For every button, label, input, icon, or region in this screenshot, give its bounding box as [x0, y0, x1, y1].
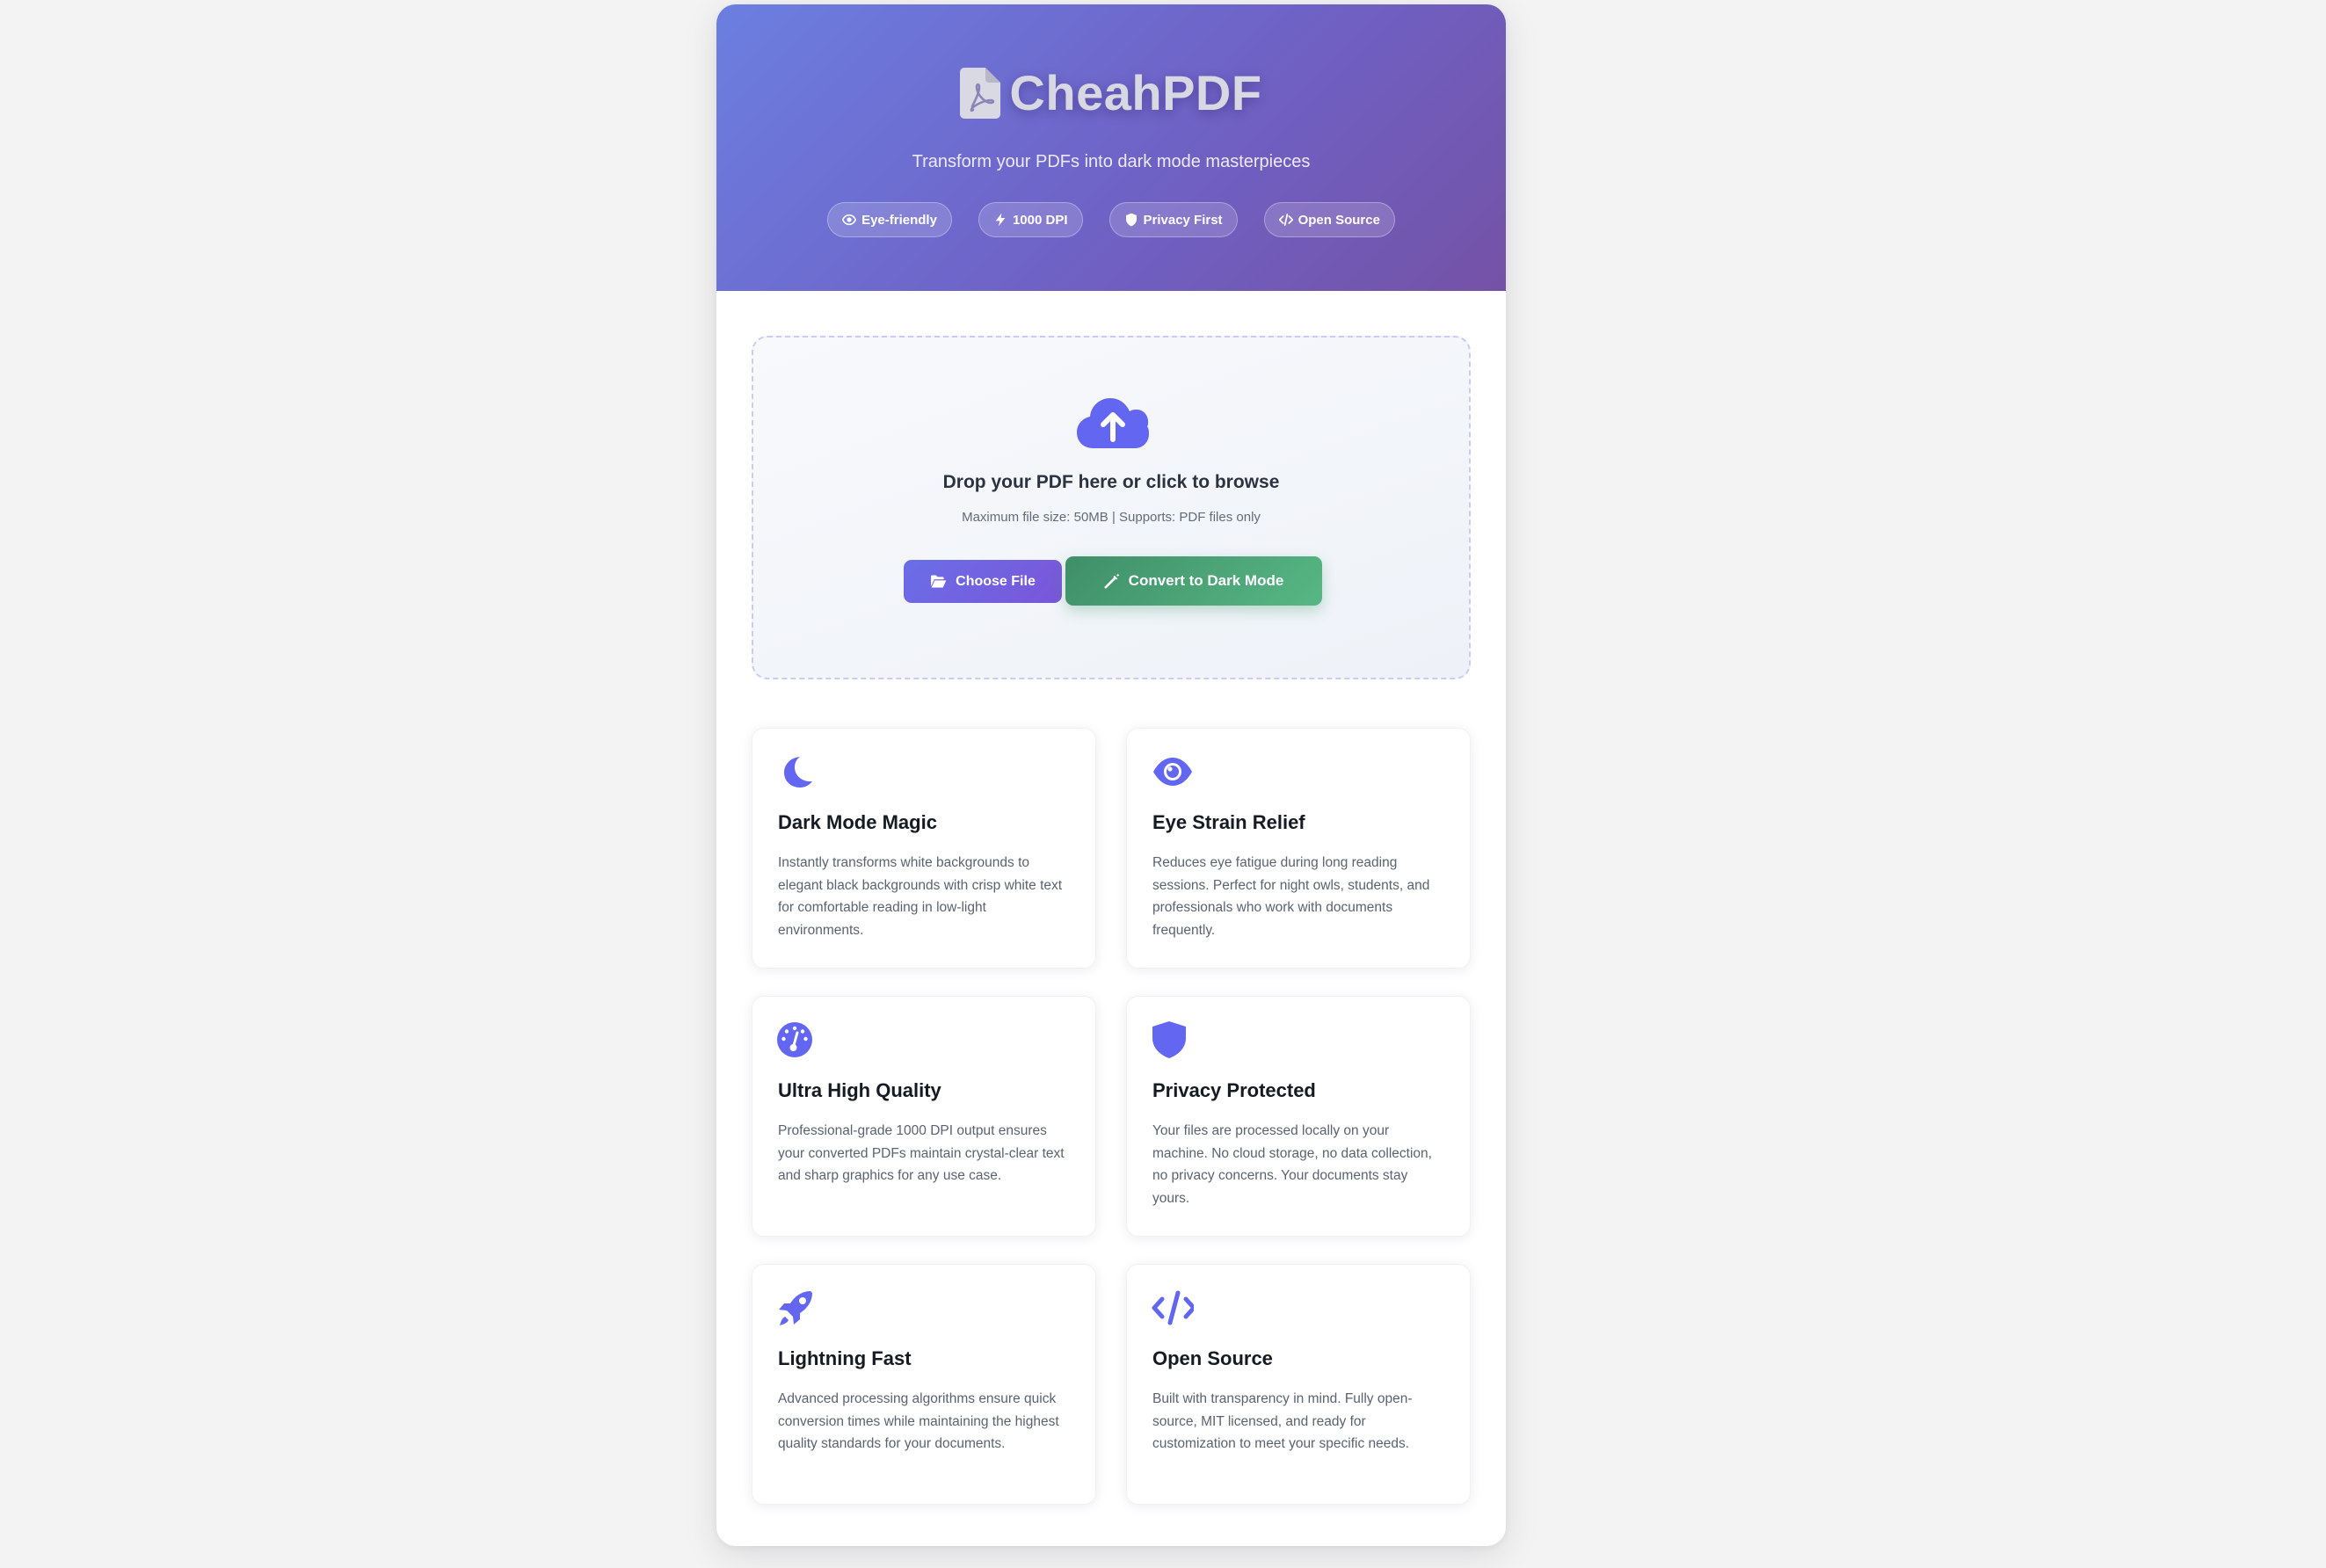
feature-card-privacy: Privacy Protected Your files are process… [1126, 996, 1471, 1237]
badge-dpi: 1000 DPI [978, 202, 1083, 237]
feature-description: Instantly transforms white backgrounds t… [778, 855, 1063, 938]
gauge-icon [777, 1022, 812, 1057]
badge-label: Eye-friendly [861, 212, 937, 228]
file-pdf-icon [960, 67, 1001, 119]
magic-wand-icon [1104, 573, 1120, 589]
badge-privacy: Privacy First [1108, 202, 1238, 237]
cloud-upload-icon [1077, 398, 1149, 448]
feature-description: Your files are processed locally on your… [1152, 1123, 1432, 1206]
feature-title: Eye Strain Relief [1152, 811, 1305, 833]
feature-title: Open Source [1152, 1347, 1273, 1369]
eye-icon [842, 214, 857, 226]
badge-eye-friendly: Eye-friendly [827, 202, 952, 237]
app-container: CheahPDF Transform your PDFs into dark m… [716, 4, 1506, 1546]
feature-description: Built with transparency in mind. Fully o… [1152, 1391, 1413, 1451]
feature-description: Professional-grade 1000 DPI output ensur… [778, 1123, 1065, 1183]
app-title: CheahPDF [1009, 65, 1262, 120]
shield-icon [1152, 1021, 1186, 1058]
pdf-drop-zone[interactable]: Drop your PDF here or click to browse Ma… [752, 336, 1471, 679]
bolt-icon [995, 213, 1006, 227]
shield-icon [1125, 213, 1137, 227]
hero-header: CheahPDF Transform your PDFs into dark m… [716, 4, 1506, 291]
drop-zone-title: Drop your PDF here or click to browse [942, 472, 1280, 492]
feature-card-quality: Ultra High Quality Professional-grade 10… [752, 996, 1096, 1237]
moon-icon [784, 757, 812, 788]
code-icon [1278, 214, 1293, 226]
feature-title: Lightning Fast [778, 1347, 912, 1369]
convert-to-dark-mode-button[interactable]: Convert to Dark Mode [1065, 556, 1322, 606]
badge-label: Privacy First [1143, 212, 1223, 228]
feature-card-eye-strain: Eye Strain Relief Reduces eye fatigue du… [1126, 728, 1471, 969]
feature-card-dark-mode: Dark Mode Magic Instantly transforms whi… [752, 728, 1096, 969]
badge-label: 1000 DPI [1012, 212, 1068, 228]
feature-description: Advanced processing algorithms ensure qu… [778, 1391, 1059, 1451]
badge-open-source: Open Source [1263, 202, 1395, 237]
folder-open-icon [931, 575, 947, 588]
feature-title: Dark Mode Magic [778, 811, 937, 833]
feature-description: Reduces eye fatigue during long reading … [1152, 855, 1430, 938]
choose-file-label: Choose File [956, 573, 1036, 589]
badge-label: Open Source [1297, 212, 1380, 228]
code-icon [1152, 1290, 1194, 1325]
rocket-icon [779, 1291, 812, 1325]
feature-card-speed: Lightning Fast Advanced processing algor… [752, 1264, 1096, 1505]
tagline: Transform your PDFs into dark mode maste… [912, 152, 1311, 171]
brand: CheahPDF [716, 64, 1506, 121]
feature-title: Ultra High Quality [778, 1079, 941, 1101]
drop-zone-hint: Maximum file size: 50MB | Supports: PDF … [962, 510, 1261, 525]
feature-card-open-source: Open Source Built with transparency in m… [1126, 1264, 1471, 1505]
feature-badges: Eye-friendly 1000 DPI Privacy First Open… [716, 202, 1506, 237]
choose-file-button[interactable]: Choose File [904, 560, 1062, 603]
feature-title: Privacy Protected [1152, 1079, 1316, 1101]
convert-label: Convert to Dark Mode [1128, 572, 1284, 589]
eye-icon [1153, 758, 1192, 786]
